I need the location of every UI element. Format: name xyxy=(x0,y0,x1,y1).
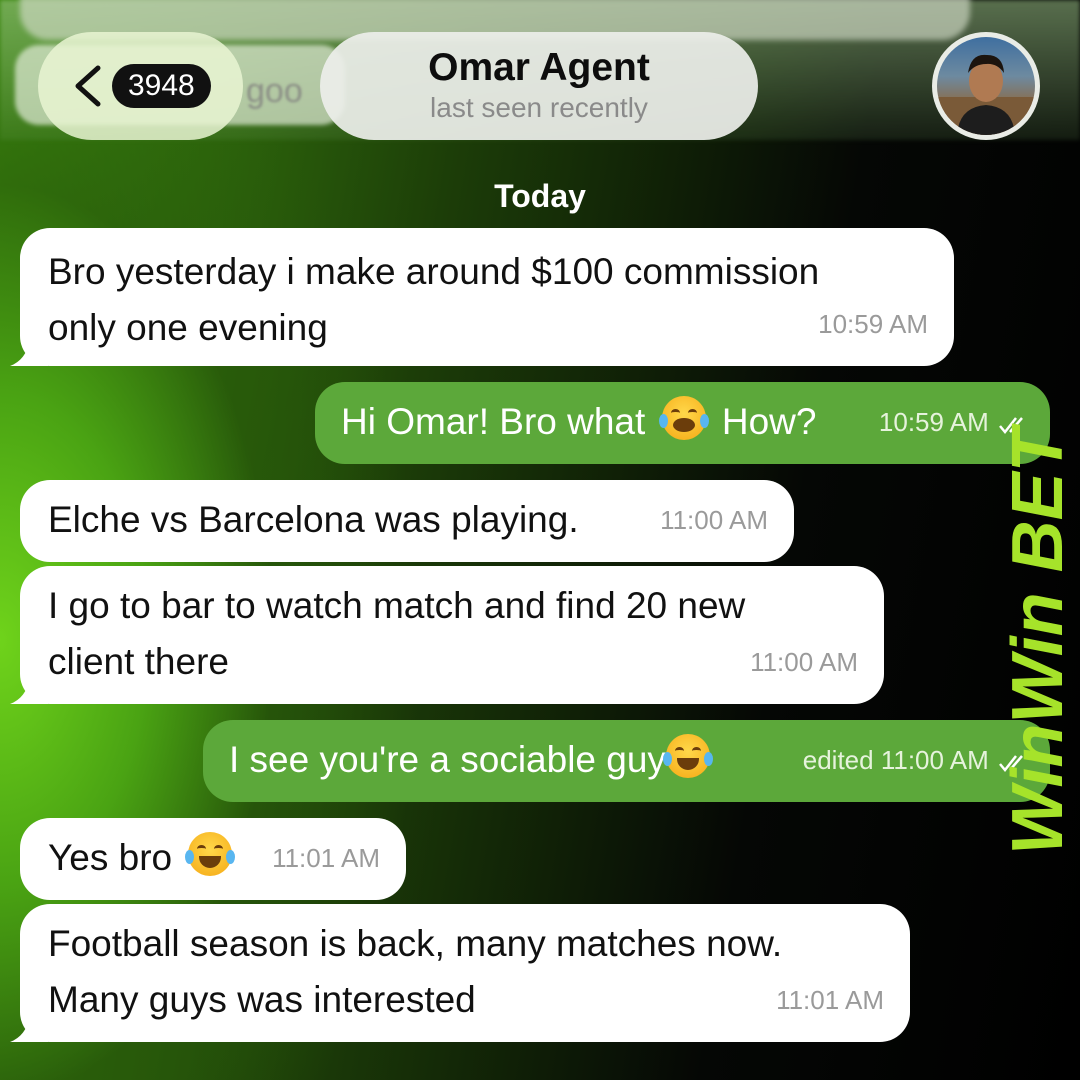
message-text-line: Many guys was interested xyxy=(48,979,476,1020)
message-bubble-incoming[interactable]: Bro yesterday i make around $100 commiss… xyxy=(10,228,954,366)
message-bubble-incoming[interactable]: Yes bro 11:01 AM xyxy=(20,818,406,900)
message-time: 11:00 AM xyxy=(750,647,858,677)
brand-watermark: WinWin BET xyxy=(1004,422,1074,855)
message-text-line: only one evening xyxy=(48,307,328,348)
message-text: I see you're a sociable guy xyxy=(229,739,666,780)
message-bubble-incoming[interactable]: Football season is back, many matches no… xyxy=(10,904,910,1042)
message-bubble-outgoing[interactable]: Hi Omar! Bro what How? 10:59 AM xyxy=(315,382,1050,464)
message-text: Elche vs Barcelona was playing. xyxy=(48,499,579,540)
message-bubble-incoming[interactable]: I go to bar to watch match and find 20 n… xyxy=(10,566,884,704)
message-text: How? xyxy=(721,401,817,442)
unread-count-badge: 3948 xyxy=(112,64,211,108)
chat-status: last seen recently xyxy=(430,92,648,123)
message-text-line: client there xyxy=(48,641,229,682)
date-divider: Today xyxy=(494,178,586,214)
message-text: Yes bro xyxy=(48,837,173,878)
user-avatar-photo-icon xyxy=(937,37,1035,135)
chat-title: Omar Agent xyxy=(428,46,650,89)
message-time-text: edited 11:00 AM xyxy=(802,745,989,775)
chat-header[interactable]: Omar Agent last seen recently xyxy=(320,32,758,140)
bubble-tail xyxy=(10,664,48,704)
back-button[interactable]: 3948 xyxy=(38,32,243,140)
message-text-line: Bro yesterday i make around $100 commiss… xyxy=(48,251,820,292)
avatar[interactable] xyxy=(932,32,1040,140)
bubble-tail xyxy=(10,326,48,366)
message-time: 11:00 AM xyxy=(660,505,768,535)
message-time-text: 10:59 AM xyxy=(878,407,989,437)
bubble-tail xyxy=(10,1002,48,1042)
tears-of-joy-emoji-icon xyxy=(662,734,713,778)
brand-watermark-text: WinWin BET xyxy=(1004,422,1074,855)
chevron-left-icon xyxy=(75,65,101,107)
blurred-preview-text: goo xyxy=(246,72,303,110)
message-time: edited 11:00 AM xyxy=(803,732,1030,788)
tears-of-joy-emoji-icon xyxy=(185,832,236,876)
message-time: 10:59 AM xyxy=(818,309,928,339)
message-text-line: I go to bar to watch match and find 20 n… xyxy=(48,585,746,626)
message-time: 11:01 AM xyxy=(776,985,884,1015)
message-text-line: Football season is back, many matches no… xyxy=(48,923,783,964)
message-bubble-incoming[interactable]: Elche vs Barcelona was playing. 11:00 AM xyxy=(20,480,794,562)
loudly-crying-face-emoji-icon xyxy=(658,396,709,440)
message-time: 11:01 AM xyxy=(272,843,380,873)
message-bubble-outgoing[interactable]: I see you're a sociable guy edited 11:00… xyxy=(203,720,1050,802)
message-text: Hi Omar! Bro what xyxy=(341,401,646,442)
